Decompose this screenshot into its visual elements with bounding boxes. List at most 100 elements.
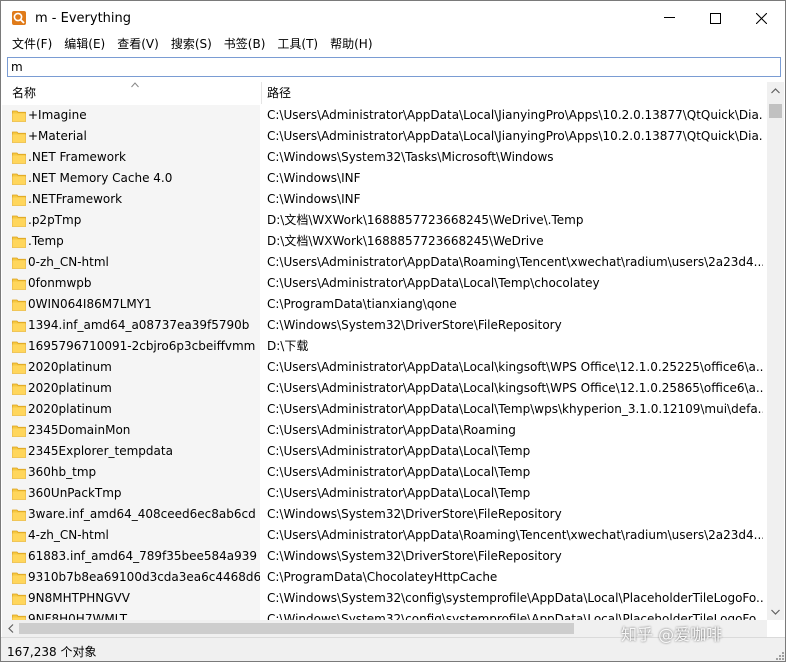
file-path: C:\ProgramData\tianxiang\qone [267,297,457,311]
list-item[interactable]: 1394.inf_amd64_a08737ea39f5790b C:\Windo… [2,315,766,336]
results-list: +Imagine C:\Users\Administrator\AppData\… [2,105,766,620]
file-name: .p2pTmp [28,213,82,227]
close-button[interactable] [738,1,784,35]
list-item[interactable]: 9NF8H0H7WMLT C:\Windows\System32\config\… [2,609,766,620]
folder-icon [12,173,26,185]
file-name-cell: 360hb_tmp [2,462,260,483]
folder-icon [12,572,26,584]
file-path: C:\ProgramData\ChocolateyHttpCache [267,570,498,584]
folder-icon [12,215,26,227]
maximize-button[interactable] [692,1,738,35]
list-item[interactable]: .NET Framework C:\Windows\System32\Tasks… [2,147,766,168]
list-item[interactable]: 2345Explorer_tempdata C:\Users\Administr… [2,441,766,462]
menu-help[interactable]: 帮助(H) [324,35,378,55]
everything-window: m - Everything 文件(F) 编辑(E) 查看(V) 搜索(S) 书… [0,0,786,662]
list-item[interactable]: 61883.inf_amd64_789f35bee584a939 C:\Wind… [2,546,766,567]
chevron-down-icon [771,609,780,615]
resize-grip-icon[interactable] [773,649,785,661]
minimize-button[interactable] [646,1,692,35]
list-item[interactable]: 360hb_tmp C:\Users\Administrator\AppData… [2,462,766,483]
column-name-header[interactable]: 名称 [2,82,260,104]
file-path: C:\Users\Administrator\AppData\Local\Jia… [267,129,763,143]
file-name-cell: 9NF8H0H7WMLT [2,609,260,620]
folder-icon [12,509,26,521]
file-name-cell: .NETFramework [2,189,260,210]
menu-edit[interactable]: 编辑(E) [58,35,111,55]
file-path: C:\Windows\System32\DriverStore\FileRepo… [267,507,562,521]
list-item[interactable]: 2020platinum C:\Users\Administrator\AppD… [2,399,766,420]
file-path: C:\Users\Administrator\AppData\Local\kin… [267,381,763,395]
file-name-cell: 0fonmwpb [2,273,260,294]
file-name-cell: 360UnPackTmp [2,483,260,504]
file-name: 1695796710091-2cbjro6p3cbeiffvmm [28,339,256,353]
title-bar[interactable]: m - Everything [1,1,785,35]
list-item[interactable]: 2020platinum C:\Users\Administrator\AppD… [2,378,766,399]
folder-icon [12,131,26,143]
file-name-cell: .NET Framework [2,147,260,168]
list-item[interactable]: 2345DomainMon C:\Users\Administrator\App… [2,420,766,441]
menu-file[interactable]: 文件(F) [6,35,58,55]
list-item[interactable]: 9N8MHTPHNGVV C:\Windows\System32\config\… [2,588,766,609]
file-name-cell: 9310b7b8ea69100d3cda3ea6c4468d6... [2,567,260,588]
file-name: 1394.inf_amd64_a08737ea39f5790b [28,318,250,332]
file-name-cell: .p2pTmp [2,210,260,231]
file-name-cell: 61883.inf_amd64_789f35bee584a939 [2,546,260,567]
file-name: +Material [28,129,87,143]
list-item[interactable]: .NET Memory Cache 4.0 C:\Windows\INF [2,168,766,189]
file-path: C:\Users\Administrator\AppData\Local\Tem… [267,276,600,290]
list-item[interactable]: 3ware.inf_amd64_408ceed6ec8ab6cd C:\Wind… [2,504,766,525]
file-name: 360hb_tmp [28,465,97,479]
file-name: 2020platinum [28,402,112,416]
vertical-scroll-thumb[interactable] [769,104,782,118]
list-item[interactable]: .Temp D:\文档\WXWork\1688857723668245\WeDr… [2,231,766,252]
file-path: D:\下载 [267,339,309,353]
horizontal-scroll-thumb[interactable] [19,623,574,634]
maximize-icon [709,12,721,24]
list-item[interactable]: .p2pTmp D:\文档\WXWork\1688857723668245\We… [2,210,766,231]
scroll-up-button[interactable] [767,82,784,99]
menu-tools[interactable]: 工具(T) [271,35,324,55]
folder-icon [12,551,26,563]
menu-bookmarks[interactable]: 书签(B) [218,35,272,55]
file-path: C:\Windows\System32\Tasks\Microsoft\Wind… [267,150,554,164]
list-item[interactable]: 0fonmwpb C:\Users\Administrator\AppData\… [2,273,766,294]
search-box [7,57,781,77]
list-item[interactable]: 360UnPackTmp C:\Users\Administrator\AppD… [2,483,766,504]
file-name-cell: 0-zh_CN-html [2,252,260,273]
list-item[interactable]: 0WIN064I86M7LMY1 C:\ProgramData\tianxian… [2,294,766,315]
list-item[interactable]: +Material C:\Users\Administrator\AppData… [2,126,766,147]
file-path: C:\Windows\INF [267,171,361,185]
file-name-cell: +Material [2,126,260,147]
list-item[interactable]: +Imagine C:\Users\Administrator\AppData\… [2,105,766,126]
scroll-left-button[interactable] [2,620,19,637]
file-name: +Imagine [28,108,87,122]
file-path: C:\Windows\System32\config\systemprofile… [267,612,763,620]
vertical-scrollbar[interactable] [767,82,784,620]
file-path: C:\Users\Administrator\AppData\Roaming\T… [267,528,763,542]
column-path-header[interactable]: 路径 [261,82,766,104]
window-title: m - Everything [35,11,132,26]
scroll-down-button[interactable] [767,603,784,620]
list-item[interactable]: 1695796710091-2cbjro6p3cbeiffvmm D:\下载 [2,336,766,357]
file-name-cell: +Imagine [2,105,260,126]
column-header: 名称 路径 [2,82,766,104]
folder-icon [12,446,26,458]
folder-icon [12,257,26,269]
folder-icon [12,467,26,479]
menu-search[interactable]: 搜索(S) [165,35,218,55]
list-item[interactable]: 2020platinum C:\Users\Administrator\AppD… [2,357,766,378]
file-name: 0fonmwpb [28,276,92,290]
folder-icon [12,341,26,353]
menu-view[interactable]: 查看(V) [111,35,165,55]
list-item[interactable]: 4-zh_CN-html C:\Users\Administrator\AppD… [2,525,766,546]
search-input[interactable] [8,58,780,76]
watermark: 知乎 @爱咖啡 [621,625,723,644]
file-path: C:\Users\Administrator\AppData\Local\Jia… [267,108,763,122]
list-item[interactable]: .NETFramework C:\Windows\INF [2,189,766,210]
file-name-cell: 0WIN064I86M7LMY1 [2,294,260,315]
list-item[interactable]: 9310b7b8ea69100d3cda3ea6c4468d6... C:\Pr… [2,567,766,588]
minimize-icon [663,17,675,18]
file-name: 2020platinum [28,381,112,395]
folder-icon [12,425,26,437]
list-item[interactable]: 0-zh_CN-html C:\Users\Administrator\AppD… [2,252,766,273]
